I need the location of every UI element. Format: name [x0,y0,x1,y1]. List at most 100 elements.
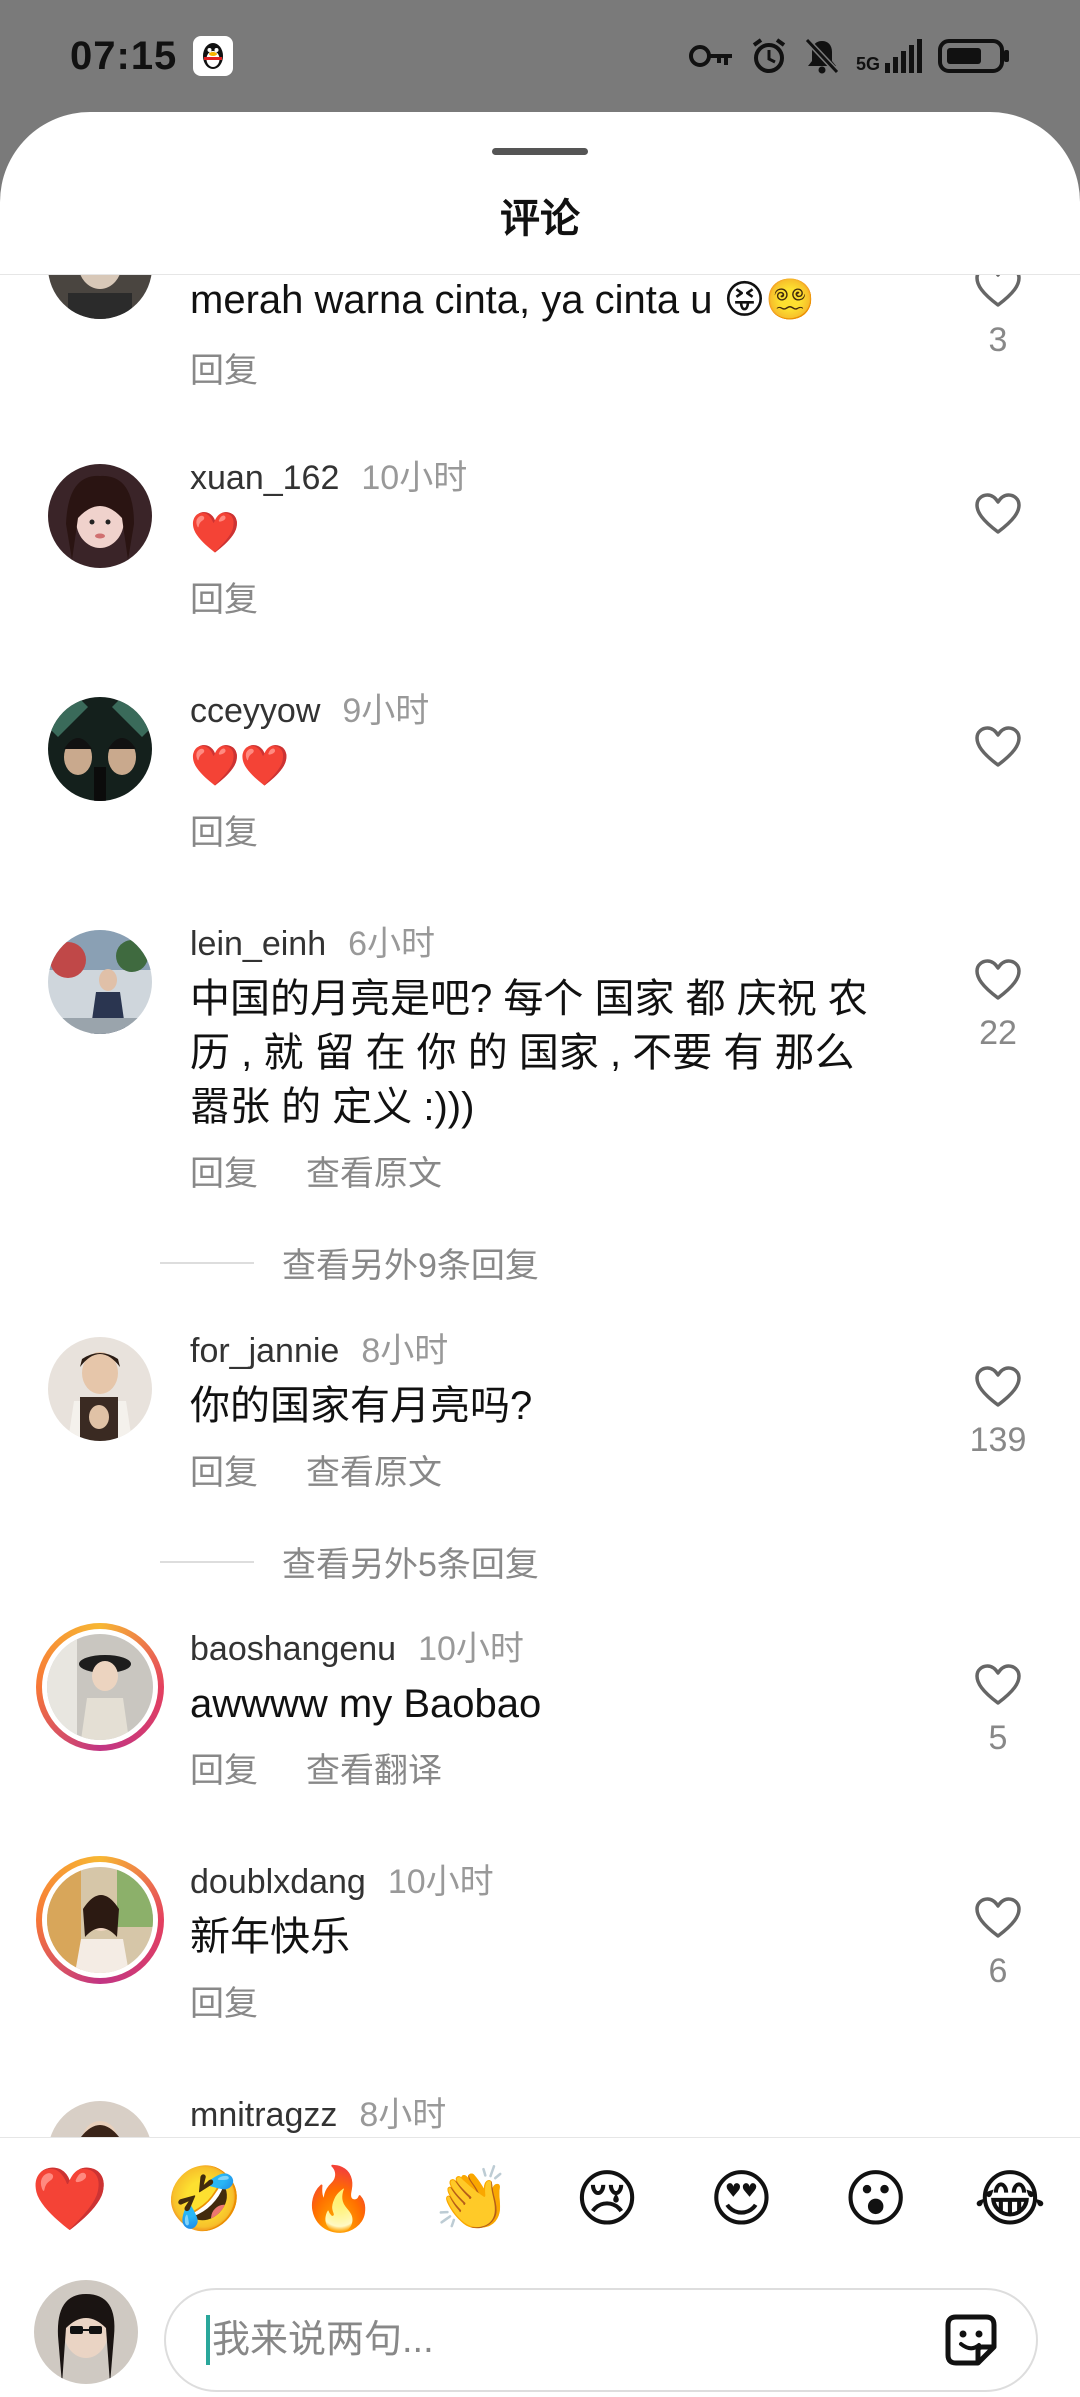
comment-text: 你的国家有月亮吗? [190,1384,533,1428]
comment-text: awwww my Baobao [190,1682,542,1726]
qq-penguin-icon [193,36,234,76]
heart-outline-icon [975,1664,1021,1705]
comment-item: lein_einh 6小时 中国的月亮是吧? 每个 国家 都 庆祝 农历 , 就… [0,916,1080,1216]
comment-actions: 回复 [190,572,258,621]
avatar-story-ring[interactable] [36,1623,164,1751]
emoji-heart-eyes-button[interactable]: 😍 [701,2160,781,2240]
heart-outline-icon [975,1897,1021,1938]
comment-username[interactable]: xuan_162 [190,459,339,498]
comment-username[interactable]: lein_einh [190,925,326,964]
emoji-heart-button[interactable]: ❤️ [30,2160,110,2240]
comment-item: merah warna cinta, ya cinta u 😝😵‍💫 回复 3 [0,275,1080,415]
like-count: 5 [988,1719,1008,1757]
sheet-drag-handle[interactable] [492,148,588,155]
composer-bar: ❤️ 🤣 🔥 👏 😢 😍 😮 😂 [0,2137,1080,2397]
comment-header: lein_einh 6小时 [190,916,435,965]
comment-actions: 回复 [190,343,258,392]
comment-header: doublxdang 10小时 [190,1854,494,1903]
divider-line [160,1261,254,1264]
comment-time: 8小时 [361,1332,449,1370]
emoji-clap-button[interactable]: 👏 [433,2160,513,2240]
signal-5g-icon: 5G [856,39,922,73]
heart-outline-icon [975,726,1021,767]
emoji-surprised-button[interactable]: 😮 [836,2160,916,2240]
like-button[interactable]: 139 [968,1365,1028,1460]
comment-username[interactable]: mnitragzz [190,2096,337,2135]
emoji-joy-button[interactable]: 😂 [970,2160,1050,2240]
comment-input[interactable] [212,2318,936,2362]
comment-time: 9小时 [342,692,430,730]
heart-outline-icon [975,959,1021,1000]
comment-list[interactable]: merah warna cinta, ya cinta u 😝😵‍💫 回复 3 … [0,275,1080,2137]
comment-username[interactable]: cceyyow [190,692,320,731]
reply-button[interactable]: 回复 [190,1743,258,1792]
alarm-icon [752,38,786,73]
mute-bell-icon [804,37,840,75]
avatar[interactable] [48,1337,152,1441]
reply-button[interactable]: 回复 [190,1146,258,1195]
comment-username[interactable]: for_jannie [190,1332,339,1371]
comment-text: ❤️❤️ [190,744,290,788]
status-bar: 07:15 5G [0,0,1080,112]
like-button[interactable]: 22 [968,958,1028,1053]
sticker-icon[interactable] [936,2305,1006,2375]
view-translation-button[interactable]: 查看翻译 [306,1743,442,1792]
comment-text: merah warna cinta, ya cinta u 😝😵‍💫 [190,278,816,322]
comment-item: mnitragzz 8小时 [0,2087,1080,2137]
like-count: 139 [969,1421,1027,1459]
avatar [47,1867,153,1973]
avatar-story-ring[interactable] [36,1856,164,1984]
view-more-replies-button[interactable]: 查看另外9条回复 [160,1238,539,1287]
comment-time: 10小时 [418,1630,524,1668]
avatar [47,1634,153,1740]
comment-actions: 回复 查看原文 [190,1146,442,1195]
avatar[interactable] [48,275,152,319]
reply-button[interactable]: 回复 [190,572,258,621]
like-count: 6 [988,1952,1008,1990]
view-original-button[interactable]: 查看原文 [306,1146,442,1195]
comment-input-container[interactable] [164,2288,1038,2392]
comment-username[interactable]: doublxdang [190,1863,366,1902]
heart-outline-icon [975,1366,1021,1407]
like-button[interactable]: 5 [968,1663,1028,1758]
comments-sheet: 评论 merah warna cinta, ya cinta u 😝😵‍💫 回复… [0,112,1080,2397]
comment-text: ❤️ [190,511,240,555]
reply-button[interactable]: 回复 [190,1445,258,1494]
avatar[interactable] [48,464,152,568]
comment-actions: 回复 [190,1976,258,2025]
like-button[interactable]: 3 [968,275,1028,360]
my-avatar[interactable] [34,2280,138,2384]
quick-emoji-row: ❤️ 🤣 🔥 👏 😢 😍 😮 😂 [30,2160,1050,2240]
reply-button[interactable]: 回复 [190,805,258,854]
comment-item: xuan_162 10小时 ❤️ 回复 [0,450,1080,670]
reply-button[interactable]: 回复 [190,343,258,392]
view-original-button[interactable]: 查看原文 [306,1445,442,1494]
emoji-fire-button[interactable]: 🔥 [299,2160,379,2240]
divider-line [160,1560,254,1563]
like-button[interactable] [968,725,1028,769]
view-more-replies-label: 查看另外9条回复 [282,1247,539,1285]
comment-time: 8小时 [359,2096,447,2134]
emoji-rofl-button[interactable]: 🤣 [164,2160,244,2240]
comment-actions: 回复 [190,805,258,854]
heart-outline-icon [975,275,1021,307]
status-icons: 5G [688,37,1010,75]
reply-button[interactable]: 回复 [190,1976,258,2025]
avatar[interactable] [48,2101,152,2137]
comment-time: 6小时 [348,925,436,963]
key-icon [688,45,732,67]
comment-text: 中国的月亮是吧? 每个 国家 都 庆祝 农历 , 就 留 在 你 的 国家 , … [190,977,868,1129]
like-count: 22 [979,1014,1017,1052]
view-more-replies-label: 查看另外5条回复 [282,1546,539,1584]
text-caret [206,2315,210,2365]
avatar[interactable] [48,930,152,1034]
like-button[interactable] [968,492,1028,536]
like-button[interactable]: 6 [968,1896,1028,1991]
avatar[interactable] [48,697,152,801]
view-more-replies-button[interactable]: 查看另外5条回复 [160,1537,539,1586]
comment-username[interactable]: baoshangenu [190,1630,396,1669]
emoji-sad-button[interactable]: 😢 [567,2160,647,2240]
comment-text: 新年快乐 [190,1915,350,1959]
comment-actions: 回复 查看翻译 [190,1743,442,1792]
comment-actions: 回复 查看原文 [190,1445,442,1494]
